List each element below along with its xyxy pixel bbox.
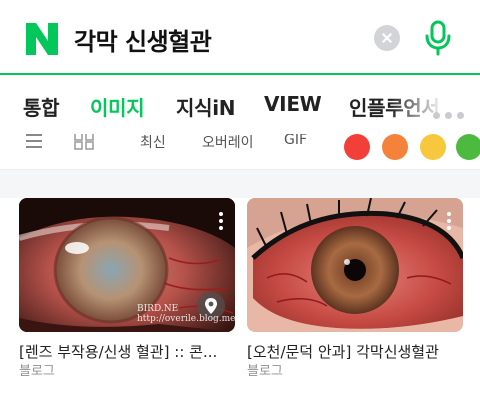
- tab-integrated[interactable]: 통합: [23, 92, 60, 121]
- image-watermark: BIRD.NE http://overile.blog.me/: [137, 304, 235, 324]
- filter-overlay[interactable]: 오버레이: [202, 134, 254, 152]
- more-options-icon[interactable]: [447, 212, 451, 233]
- search-tabs: 통합 이미지 지식iN VIEW 인플루언서: [0, 76, 480, 134]
- clear-search-button[interactable]: [374, 25, 400, 51]
- result-thumbnail[interactable]: BIRD.NE http://overile.blog.me/: [19, 198, 235, 332]
- result-source: 블로그: [19, 364, 55, 379]
- result-thumbnail[interactable]: [247, 198, 463, 332]
- grid-view-icon[interactable]: [74, 134, 94, 150]
- tab-knowledge-in[interactable]: 지식iN: [176, 92, 236, 121]
- tab-view[interactable]: VIEW: [264, 92, 322, 116]
- tab-images[interactable]: 이미지: [90, 92, 145, 121]
- filter-row: 최신 오버레이 GIF: [0, 134, 480, 170]
- more-options-icon[interactable]: [219, 212, 223, 233]
- image-results: BIRD.NE http://overile.blog.me/ [렌즈 부작용/…: [0, 198, 480, 404]
- search-bar: 각막 신생혈관: [0, 0, 480, 75]
- image-result-card[interactable]: BIRD.NE http://overile.blog.me/ [렌즈 부작용/…: [19, 198, 235, 381]
- eye-photo-image: [247, 198, 463, 332]
- result-source: 블로그: [247, 364, 283, 379]
- filter-latest[interactable]: 최신: [140, 134, 166, 152]
- image-result-card[interactable]: [오천/문덕 안과] 각막신생혈관 블로그: [247, 198, 463, 381]
- list-view-icon[interactable]: [26, 134, 42, 148]
- color-filter-red[interactable]: [344, 134, 370, 160]
- color-filter-orange[interactable]: [382, 134, 408, 160]
- search-input[interactable]: 각막 신생혈관: [74, 22, 212, 57]
- filter-gif[interactable]: GIF: [284, 134, 307, 148]
- result-title[interactable]: [렌즈 부작용/신생 혈관] :: 콘...: [19, 342, 235, 362]
- section-divider: [0, 170, 480, 198]
- microphone-icon[interactable]: [424, 20, 452, 56]
- color-filter-yellow[interactable]: [420, 134, 446, 160]
- naver-logo-icon[interactable]: [26, 23, 58, 55]
- result-title[interactable]: [오천/문덕 안과] 각막신생혈관: [247, 342, 463, 362]
- color-filter-green[interactable]: [456, 134, 480, 160]
- more-tabs-icon[interactable]: [433, 104, 469, 123]
